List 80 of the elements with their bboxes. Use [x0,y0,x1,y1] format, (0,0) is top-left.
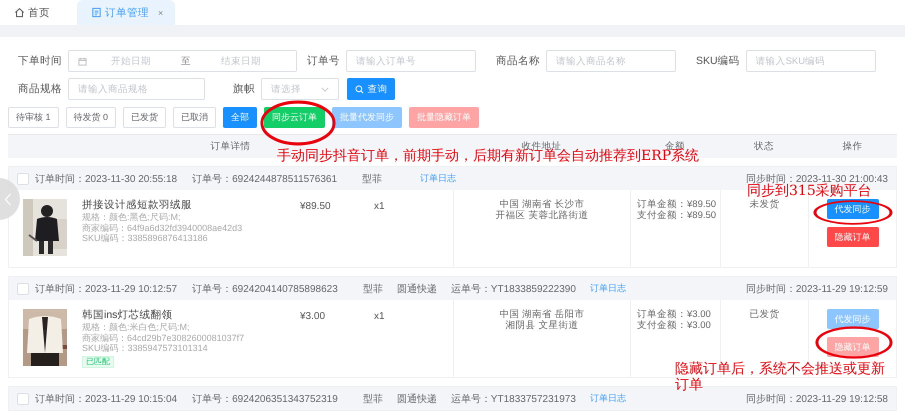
order-log-link[interactable]: 订单日志 [590,392,626,405]
amount-line: 订单金额：¥89.50 [637,199,716,210]
order-number: 订单号：6924206351343752319 [192,392,338,406]
amount-line: 订单金额：¥3.00 [637,309,711,320]
checkbox[interactable] [17,282,29,294]
text-field[interactable]: 请输入订单号 [346,50,476,72]
text-field[interactable]: 请输入商品规格 [68,78,205,100]
text-field[interactable]: 请输入SKU编码 [746,50,876,72]
sku-code: SKU编码：3385896876413186 [82,233,209,244]
checkbox[interactable] [17,392,29,404]
address-line: 湘阴县 文星街道 [506,320,578,331]
status-filter-button[interactable]: 待审核 1 [8,106,59,128]
order-status: 已发货 [750,309,780,320]
close-icon[interactable]: × [158,8,164,18]
sku-code: SKU编码：3385947573101314 [82,343,209,354]
quantity: x1 [374,310,385,322]
select-field[interactable]: 请选择 [261,78,339,100]
order-time: 订单时间：2023-11-29 10:12:57 [35,282,178,296]
shop-name: 型菲 [362,172,382,186]
order-time: 订单时间：2023-11-30 20:55:18 [35,172,178,186]
search-icon [354,84,364,94]
order-time: 订单时间：2023-11-29 10:15:04 [35,392,178,406]
column-header: 订单详情 [210,140,252,153]
order-number: 订单号：6924204140785898623 [192,282,338,296]
address-line: 中国 湖南省 岳阳市 [499,309,585,320]
status-filter-button[interactable]: 已取消 [173,106,216,128]
field-label: 下单时间 [17,54,63,68]
status-filter-button[interactable]: 待发货 0 [66,106,116,128]
address-line: 开福区 芙蓉北路街道 [496,210,588,221]
order-log-link[interactable]: 订单日志 [420,172,456,185]
merchant-code: 商家编码：64f9a6d32fd3940008ae42d3 [82,222,244,233]
order-action-button[interactable]: 隐藏订单 [826,227,878,247]
unit-price: ¥3.00 [300,310,326,322]
annotation-note: 隐藏订单后，系统不会推送或更新订单 [675,361,886,393]
action-button[interactable]: 同步云订单 [264,106,326,128]
document-icon [91,7,102,18]
field-label: 旗帜 [232,82,256,96]
calendar-icon [78,56,87,66]
amount-line: 支付金额：¥3.00 [637,320,711,331]
order-number: 订单号：6924244878511576361 [192,172,338,186]
search-button[interactable]: 查询 [347,78,395,100]
amount-line: 支付金额：¥89.50 [637,210,716,221]
chevron-left-icon [4,192,12,206]
date-range-field[interactable]: 开始日期 至 结束日期 [68,50,297,72]
page-tab[interactable]: 订单管理 × [77,0,176,25]
waybill-number: 运单号：YT1833757231973 [450,392,576,406]
field-label: 商品规格 [17,82,63,96]
column-header: 状态 [753,140,775,153]
sync-time: 同步时间：2023-11-29 19:12:58 [746,392,888,406]
product-spec: 规格：颜色:米白色;尺码:M; [82,322,190,332]
annotation-note: 同步到315采购平台 [747,184,872,199]
carrier-name: 圆通快递 [396,282,437,296]
field-label: 订单号 [306,54,341,68]
column-header: 操作 [842,140,864,153]
sync-time: 同步时间：2023-11-29 19:12:59 [746,282,888,296]
order-status: 未发货 [750,199,780,210]
status-filter-button[interactable]: 已发货 [123,106,166,128]
page-tab[interactable]: 首页 [6,0,58,25]
checkbox[interactable] [17,172,29,184]
address-line: 中国 湖南省 长沙市 [499,199,585,210]
product-name: 拼接设计感短款羽绒服 [82,199,193,212]
merchant-code: 商家编码：64cd29b7e3082600081037f7 [82,332,246,343]
order-log-link[interactable]: 订单日志 [590,282,626,295]
field-label: SKU编码 [695,54,741,68]
order-action-button[interactable]: 代发同步 [826,199,878,219]
sync-time: 同步时间：2023-11-30 21:00:43 [746,172,888,184]
shop-name: 型菲 [362,282,383,296]
carrier-name: 圆通快递 [396,392,437,406]
product-name: 韩国ins灯芯绒翻领 [82,309,174,322]
chevron-down-icon [321,86,329,92]
product-spec: 规格：颜色:黑色;尺码:M; [82,212,182,222]
unit-price: ¥89.50 [300,200,332,212]
quantity: x1 [374,200,385,212]
field-label: 商品名称 [495,54,541,68]
status-filter-button[interactable]: 全部 [223,106,258,128]
matched-tag: 已匹配 [82,356,114,368]
text-field[interactable]: 请输入商品名称 [546,50,676,72]
shop-name: 型菲 [362,392,383,406]
home-icon [14,7,25,18]
waybill-number: 运单号：YT1833859222390 [450,282,576,296]
